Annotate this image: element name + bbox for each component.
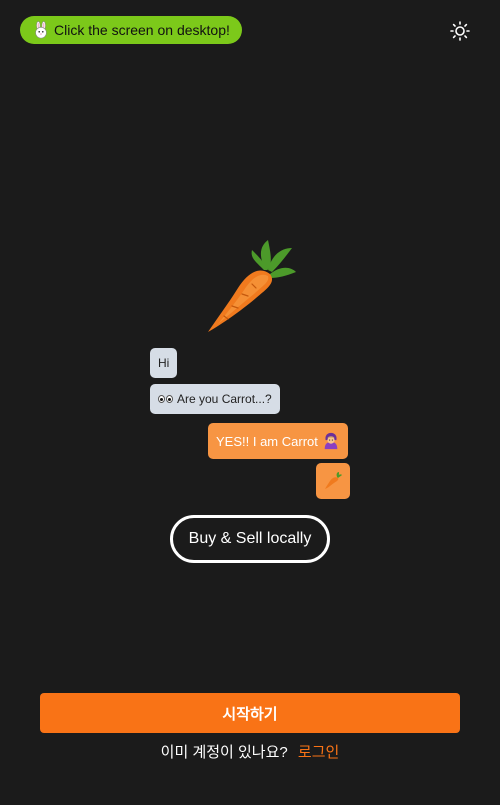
theme-toggle-button[interactable] (446, 17, 474, 45)
chat-message-text: Are you Carrot...? (177, 392, 272, 406)
desktop-hint-badge: Click the screen on desktop! (20, 16, 242, 44)
desktop-hint-text: Click the screen on desktop! (54, 22, 230, 38)
chat-message-text: YES!! I am Carrot (216, 433, 318, 449)
carrot-icon (208, 240, 296, 332)
chat-bubble-incoming: Are you Carrot...? (150, 384, 280, 414)
person-gesturing-icon (324, 432, 338, 450)
chat-message-text: Hi (158, 356, 170, 370)
start-button-label: 시작하기 (222, 705, 278, 723)
eyes-icon (158, 395, 173, 403)
carrot-icon (325, 472, 342, 489)
rabbit-icon (35, 21, 47, 39)
login-prompt: 이미 계정이 있나요? 로그인 (0, 741, 500, 762)
chat-bubble-outgoing: YES!! I am Carrot (208, 423, 348, 459)
start-button[interactable]: 시작하기 (40, 693, 460, 733)
app-screen: Click the screen on desktop! Hi Are you … (0, 0, 500, 805)
login-link[interactable]: 로그인 (298, 744, 339, 761)
tagline-badge: Buy & Sell locally (170, 515, 330, 563)
sun-icon (450, 21, 470, 41)
chat-bubble-incoming: Hi (150, 348, 178, 378)
tagline-text: Buy & Sell locally (188, 530, 312, 547)
chat-bubble-outgoing (316, 463, 350, 499)
login-question-text: 이미 계정이 있나요? (160, 744, 288, 761)
